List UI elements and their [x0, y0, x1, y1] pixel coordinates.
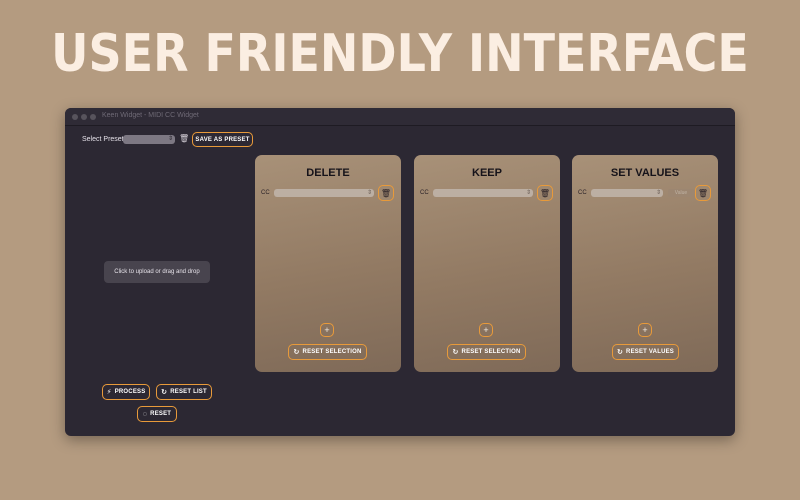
cc-label: CC: [578, 190, 587, 196]
preset-select[interactable]: ⇕: [123, 135, 175, 144]
card-title: DELETE: [306, 167, 350, 179]
trash-icon: 🗑: [380, 188, 392, 198]
delete-row-button[interactable]: 🗑: [378, 185, 394, 201]
reset-selection-button[interactable]: ↻ RESET SELECTION: [288, 344, 367, 360]
cc-select[interactable]: ⇕: [274, 189, 374, 197]
reset-list-button[interactable]: ↻ RESET LIST: [156, 384, 212, 400]
delete-card: DELETE CC ⇕ 🗑 + ↻ RESET SELECTION: [255, 155, 401, 372]
card-title: SET VALUES: [610, 167, 680, 179]
value-input[interactable]: Value: [668, 189, 694, 197]
app-window: Keen Widget - MIDI CC Widget Select Pres…: [65, 108, 735, 436]
process-label: PROCESS: [114, 389, 146, 395]
plus-icon: +: [324, 325, 330, 335]
reset-selection-button[interactable]: ↻ RESET SELECTION: [447, 344, 526, 360]
trash-icon: 🗑: [697, 188, 709, 198]
preset-label: Select Preset: [82, 136, 124, 143]
save-as-preset-label: SAVE AS PRESET: [195, 136, 250, 143]
zoom-window-button[interactable]: [90, 114, 96, 120]
reset-values-button[interactable]: ↻ RESET VALUES: [612, 344, 679, 360]
add-row-button[interactable]: +: [479, 323, 493, 337]
plus-icon: +: [642, 325, 648, 335]
close-window-button[interactable]: [72, 114, 78, 120]
process-button[interactable]: ⚡ PROCESS: [102, 384, 150, 400]
updown-chevron-icon: ⇕: [366, 190, 372, 196]
updown-chevron-icon: ⇕: [655, 190, 661, 196]
reset-icon: ↻: [616, 349, 624, 356]
save-as-preset-button[interactable]: SAVE AS PRESET: [192, 132, 253, 147]
reset-list-label: RESET LIST: [170, 389, 207, 395]
delete-row-button[interactable]: 🗑: [537, 185, 553, 201]
reset-button[interactable]: ◌ RESET: [137, 406, 177, 422]
spinner-icon: ◌: [142, 410, 148, 418]
add-row-button[interactable]: +: [638, 323, 652, 337]
minimize-window-button[interactable]: [81, 114, 87, 120]
reset-selection-label: RESET SELECTION: [461, 349, 521, 355]
upload-text: Click to upload or drag and drop: [114, 269, 200, 275]
add-row-button[interactable]: +: [320, 323, 334, 337]
keep-card: KEEP CC ⇕ 🗑 + ↻ RESET SELECTION: [414, 155, 560, 372]
reset-icon: ↻: [452, 349, 459, 356]
cc-label: CC: [420, 190, 429, 196]
reset-label: RESET: [150, 411, 172, 417]
trash-icon[interactable]: 🗑: [179, 134, 189, 143]
reset-selection-label: RESET SELECTION: [302, 349, 362, 355]
card-title: KEEP: [472, 167, 502, 179]
cc-label: CC: [261, 190, 270, 196]
delete-row-button[interactable]: 🗑: [695, 185, 711, 201]
value-placeholder: Value: [674, 190, 688, 196]
trash-icon: 🗑: [539, 188, 551, 198]
updown-chevron-icon: ⇕: [525, 190, 531, 196]
window-title: Keen Widget - MIDI CC Widget: [102, 112, 199, 119]
updown-chevron-icon: ⇕: [167, 136, 173, 142]
headline: USER FRIENDLY INTERFACE: [51, 22, 749, 84]
plus-icon: +: [483, 325, 489, 335]
upload-dropzone[interactable]: Click to upload or drag and drop: [104, 261, 210, 283]
set-values-card: SET VALUES CC ⇕ Value 🗑 + ↻ RESET VALUES: [572, 155, 718, 372]
reset-values-label: RESET VALUES: [626, 349, 675, 355]
cc-select[interactable]: ⇕: [591, 189, 663, 197]
cc-select[interactable]: ⇕: [433, 189, 533, 197]
reset-icon: ↻: [293, 349, 300, 356]
title-bar: Keen Widget - MIDI CC Widget: [65, 108, 735, 126]
reset-icon: ↻: [161, 389, 168, 396]
bolt-icon: ⚡: [106, 389, 112, 396]
